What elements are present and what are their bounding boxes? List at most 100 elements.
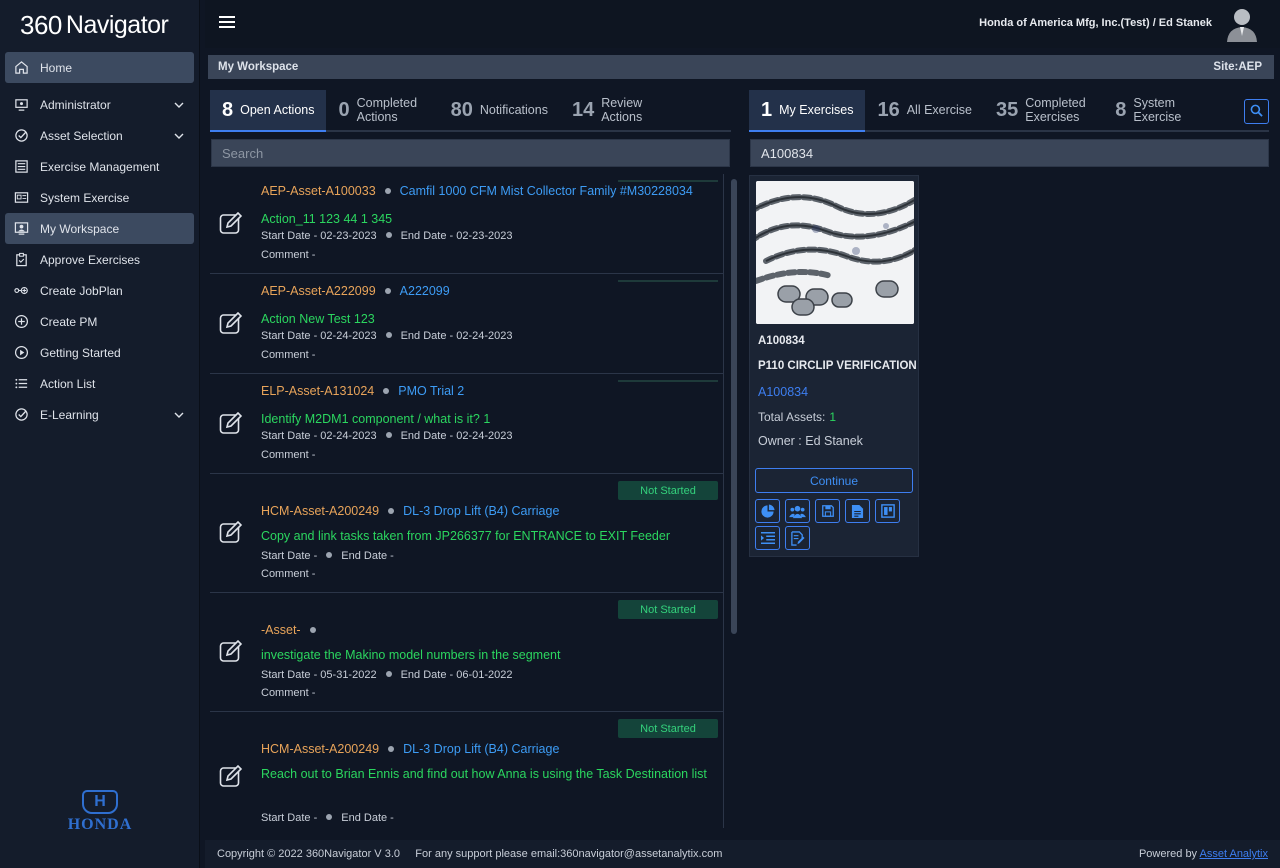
indent-icon[interactable] [755,526,780,550]
actions-tabs: 8 Open Actions 0 Completed Actions 80 No… [210,90,731,132]
action-comment: Comment - [261,568,316,580]
exercise-card[interactable]: A100834 P110 CIRCLIP VERIFICATION A10083… [749,175,919,557]
tab-completed-actions[interactable]: 0 Completed Actions [326,90,438,130]
list-item[interactable]: AEP-Asset-A100033 Camfil 1000 CFM Mist Co… [210,174,724,274]
asset-id[interactable]: ELP-Asset-A131024 [261,384,374,398]
action-dates: Start Date - 02-24-2023 End Date - 02-24-… [261,330,513,342]
search-button[interactable] [1244,99,1269,124]
tab-label: All Exercise [906,103,972,117]
asset-id[interactable]: AEP-Asset-A100033 [261,184,376,198]
action-header: AEP-Asset-A100033 Camfil 1000 CFM Mist Co… [261,184,693,198]
action-dates: Start Date - 05-31-2022 End Date - 06-01-… [261,669,513,681]
tab-all-exercise[interactable]: 16 All Exercise [865,90,984,130]
sidebar-item-asset-selection[interactable]: Asset Selection [5,120,194,151]
sidebar-item-my-workspace[interactable]: My Workspace [5,213,194,244]
asset-link[interactable]: A222099 [400,284,450,298]
sidebar-item-create-jobplan[interactable]: Create JobPlan [5,275,194,306]
plus-circle-icon [13,314,29,330]
tab-label: Review Actions [601,96,643,124]
user-avatar[interactable] [1226,6,1258,42]
list-scrollbar[interactable] [725,174,737,828]
exercise-link[interactable]: A100834 [758,385,808,399]
save-icon[interactable] [815,499,840,523]
sidebar-item-approve-exercises[interactable]: Approve Exercises [5,244,194,275]
action-comment: Comment - [261,249,316,261]
continue-button[interactable]: Continue [755,468,913,493]
main-content: 8 Open Actions 0 Completed Actions 80 No… [205,80,1280,838]
board-icon[interactable] [875,499,900,523]
action-title: Reach out to Brian Ennis and find out ho… [261,767,707,781]
edit-doc-icon[interactable] [785,526,810,550]
exercises-tabs: 1 My Exercises 16 All Exercise 35 Comple… [749,90,1269,132]
action-comment: Comment - [261,687,316,699]
exercises-search-input[interactable] [750,139,1269,167]
asset-id[interactable]: AEP-Asset-A222099 [261,284,376,298]
sidebar-item-getting-started[interactable]: Getting Started [5,337,194,368]
total-assets-label: Total Assets: [758,410,826,424]
sidebar-item-label: Home [40,60,73,75]
sidebar-item-home[interactable]: Home [5,52,194,83]
exercise-title: P110 CIRCLIP VERIFICATION [758,360,917,372]
sidebar-item-administrator[interactable]: Administrator [5,89,194,120]
edit-icon[interactable] [219,520,243,544]
sidebar-item-label: Exercise Management [40,159,160,174]
asset-id[interactable]: -Asset- [261,623,301,637]
end-date: End Date - 02-24-2023 [400,430,513,442]
list-item[interactable]: Not Started -Asset- investigate the Maki… [210,593,724,712]
list-item[interactable]: ELP-Asset-A131024 PMO Trial 2 Identify M2… [210,374,724,474]
asset-link[interactable]: DL-3 Drop Lift (B4) Carriage [403,742,559,756]
actions-search-input[interactable] [211,139,730,167]
separator-dot [385,332,392,338]
edit-icon[interactable] [219,764,243,788]
end-date: End Date - 02-23-2023 [400,230,513,242]
asset-analytix-link[interactable]: Asset Analytix [1200,848,1268,860]
exercise-actions-row [755,499,905,523]
asset-id[interactable]: HCM-Asset-A200249 [261,504,379,518]
sidebar-item-exercise-management[interactable]: Exercise Management [5,151,194,182]
tab-notifications[interactable]: 80 Notifications [439,90,560,130]
edit-icon[interactable] [219,211,243,235]
separator-dot [383,388,390,394]
scrollbar-thumb[interactable] [731,179,737,634]
open-actions-list: AEP-Asset-A100033 Camfil 1000 CFM Mist Co… [210,174,724,828]
separator-dot [385,432,392,438]
tab-system-exercise[interactable]: 8 System Exercise [1103,90,1195,130]
end-date: End Date - [341,550,394,562]
chevron-down-icon [174,98,184,112]
total-assets: Total Assets: 1 [758,410,836,424]
separator-dot [385,671,392,677]
list-item[interactable]: AEP-Asset-A222099 A222099 Action New Test… [210,274,724,374]
sidebar-item-action-list[interactable]: Action List [5,368,194,399]
tab-open-actions[interactable]: 8 Open Actions [210,90,327,132]
action-title: Identify M2DM1 component / what is it? 1 [261,412,491,426]
asset-link[interactable]: DL-3 Drop Lift (B4) Carriage [403,504,559,518]
asset-id[interactable]: HCM-Asset-A200249 [261,742,379,756]
sidebar-item-system-exercise[interactable]: System Exercise [5,182,194,213]
sidebar-item-label: Create PM [40,314,98,329]
edit-icon[interactable] [219,639,243,663]
sidebar-item-create-pm[interactable]: Create PM [5,306,194,337]
action-dates: Start Date - 02-23-2023 End Date - 02-23-… [261,230,513,242]
sidebar-item-e-learning[interactable]: E-Learning [5,399,194,430]
separator-dot [384,188,391,194]
tab-completed-exercises[interactable]: 35 Completed Exercises [984,90,1103,130]
play-circle-icon [13,345,29,361]
list-item[interactable]: Not Started HCM-Asset-A200249 DL-3 Drop L… [210,712,724,828]
tab-label: Open Actions [240,103,315,117]
hamburger-menu-icon[interactable] [219,16,235,30]
list-item[interactable]: Not Started HCM-Asset-A200249 DL-3 Drop L… [210,474,724,593]
tab-review-actions[interactable]: 14 Review Actions [560,90,661,130]
sidebar-item-label: My Workspace [40,221,120,236]
document-icon[interactable] [845,499,870,523]
asset-link[interactable]: Camfil 1000 CFM Mist Collector Family #M… [400,184,693,198]
tab-count: 1 [761,98,773,121]
edit-icon[interactable] [219,411,243,435]
exercise-id: A100834 [758,335,805,347]
app-logo[interactable]: 360 Navigator [0,0,199,50]
edit-icon[interactable] [219,311,243,335]
users-icon[interactable] [785,499,810,523]
asset-link[interactable]: PMO Trial 2 [398,384,464,398]
tab-my-exercises[interactable]: 1 My Exercises [749,90,866,132]
pie-chart-icon[interactable] [755,499,780,523]
search-icon [1250,104,1263,120]
